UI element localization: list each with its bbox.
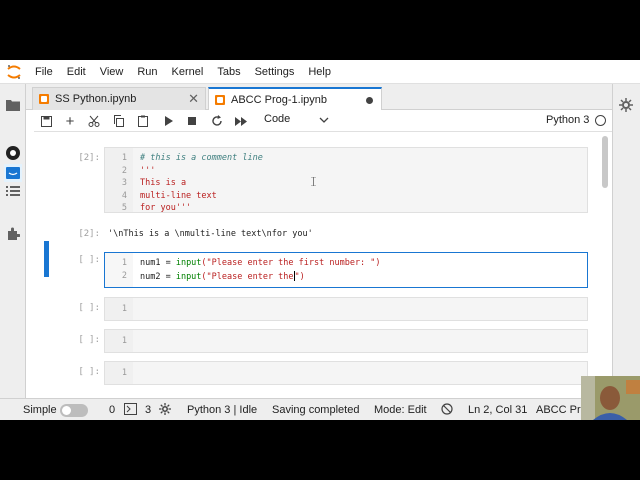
code-line: num2 = input("Please enter the") xyxy=(140,271,305,282)
menu-edit[interactable]: Edit xyxy=(60,66,93,78)
menu-settings[interactable]: Settings xyxy=(248,66,302,78)
line-number: 1 xyxy=(121,153,127,163)
kernel-gear-icon xyxy=(159,403,171,418)
terminal-icon xyxy=(124,403,137,418)
save-status: Saving completed xyxy=(272,404,360,416)
line-number: 1 xyxy=(121,258,127,268)
notebook-icon xyxy=(215,95,225,105)
simple-mode-label: Simple xyxy=(23,404,57,416)
jupyter-logo-icon xyxy=(0,60,28,84)
code-editor[interactable]: 1 xyxy=(104,329,588,353)
left-sidebar xyxy=(0,84,26,420)
status-bar: Simple 0 3 Python 3 | Idle Saving comple… xyxy=(0,398,640,420)
code-line: This is a xyxy=(140,178,187,188)
jupyterlab-window: File Edit View Run Kernel Tabs Settings … xyxy=(0,60,640,420)
copy-icon[interactable] xyxy=(111,113,127,129)
code-editor[interactable]: 1 xyxy=(104,297,588,321)
line-number: 2 xyxy=(121,271,127,281)
commands-icon[interactable] xyxy=(4,164,22,182)
close-icon[interactable]: ✕ xyxy=(188,91,199,107)
line-number: 1 xyxy=(121,336,127,346)
line-number: 1 xyxy=(121,304,127,314)
code-line: num1 = input("Please enter the first num… xyxy=(140,258,381,268)
extensions-icon[interactable] xyxy=(4,225,22,243)
code-line: # this is a comment line xyxy=(140,153,263,163)
restart-icon[interactable] xyxy=(209,113,225,129)
code-line: ''' xyxy=(140,165,156,176)
line-number: 1 xyxy=(121,368,127,378)
output-prompt: [2]: xyxy=(78,229,100,239)
paste-icon[interactable] xyxy=(135,113,151,129)
line-number: 2 xyxy=(121,165,127,176)
tab-bar: SS Python.ipynb ✕ ABCC Prog-1.ipynb xyxy=(26,84,612,111)
save-icon[interactable] xyxy=(38,113,54,129)
notebook-panel: [2]: 1 2 3 4 5 # this is a comment line … xyxy=(34,133,604,398)
menu-run[interactable]: Run xyxy=(130,66,164,78)
notebook-scrollbar[interactable] xyxy=(602,136,608,188)
run-icon[interactable] xyxy=(160,113,176,129)
webcam-overlay xyxy=(581,376,640,420)
code-line: multi-line text xyxy=(140,190,217,201)
menu-file[interactable]: File xyxy=(28,66,60,78)
input-prompt: [ ]: xyxy=(78,303,100,313)
tab-label: ABCC Prog-1.ipynb xyxy=(231,94,327,106)
input-prompt: [2]: xyxy=(78,153,100,163)
tab-label: SS Python.ipynb xyxy=(55,93,137,105)
input-prompt: [ ]: xyxy=(78,367,100,377)
cursor-position[interactable]: Ln 2, Col 31 xyxy=(468,404,527,416)
code-editor[interactable]: 1 xyxy=(104,361,588,385)
menu-help[interactable]: Help xyxy=(301,66,338,78)
code-editor[interactable]: 1 2 num1 = input("Please enter the first… xyxy=(104,252,588,288)
code-line: for you''' xyxy=(140,203,192,213)
running-icon[interactable] xyxy=(4,144,22,162)
menu-tabs[interactable]: Tabs xyxy=(210,66,247,78)
add-icon[interactable]: + xyxy=(62,113,78,130)
toc-icon[interactable] xyxy=(4,182,22,200)
kernel-count[interactable]: 3 xyxy=(145,404,151,416)
no-bug-icon[interactable] xyxy=(441,403,453,418)
letterbox-top xyxy=(0,0,640,60)
folder-icon[interactable] xyxy=(4,96,22,114)
cell-output: '\nThis is a \nmulti-line text\nfor you' xyxy=(108,229,313,239)
active-cell-indicator xyxy=(44,241,49,277)
kernel-idle-icon xyxy=(595,115,606,126)
chevron-down-icon[interactable] xyxy=(319,113,331,127)
fast-forward-icon[interactable] xyxy=(233,113,249,129)
menu-kernel[interactable]: Kernel xyxy=(165,66,211,78)
unsaved-indicator-icon[interactable] xyxy=(366,96,373,104)
tab-ss-python[interactable]: SS Python.ipynb ✕ xyxy=(32,87,206,110)
menu-view[interactable]: View xyxy=(93,66,131,78)
line-number: 5 xyxy=(121,203,127,213)
line-number: 3 xyxy=(121,178,127,188)
property-inspector-icon[interactable] xyxy=(617,96,635,114)
kernel-name[interactable]: Python 3 xyxy=(546,114,589,126)
input-prompt: [ ]: xyxy=(78,335,100,345)
edit-mode: Mode: Edit xyxy=(374,404,427,416)
text-cursor-icon xyxy=(311,177,316,186)
notebook-toolbar: + Code Python 3 xyxy=(34,110,612,132)
right-sidebar xyxy=(612,84,640,420)
code-editor[interactable]: 1 2 3 4 5 # this is a comment line ''' T… xyxy=(104,147,588,213)
cut-icon[interactable] xyxy=(86,113,102,129)
cell-type-dropdown[interactable]: Code xyxy=(264,113,290,125)
simple-mode-toggle[interactable] xyxy=(60,404,88,417)
notebook-icon xyxy=(39,94,49,104)
terminal-count[interactable]: 0 xyxy=(109,404,115,416)
input-prompt: [ ]: xyxy=(78,255,100,265)
tab-abcc-prog[interactable]: ABCC Prog-1.ipynb xyxy=(208,87,382,111)
letterbox-bottom xyxy=(0,420,640,480)
kernel-status[interactable]: Python 3 | Idle xyxy=(187,404,257,416)
line-number: 4 xyxy=(121,190,127,201)
menubar: File Edit View Run Kernel Tabs Settings … xyxy=(0,60,640,84)
stop-icon[interactable] xyxy=(184,113,200,129)
